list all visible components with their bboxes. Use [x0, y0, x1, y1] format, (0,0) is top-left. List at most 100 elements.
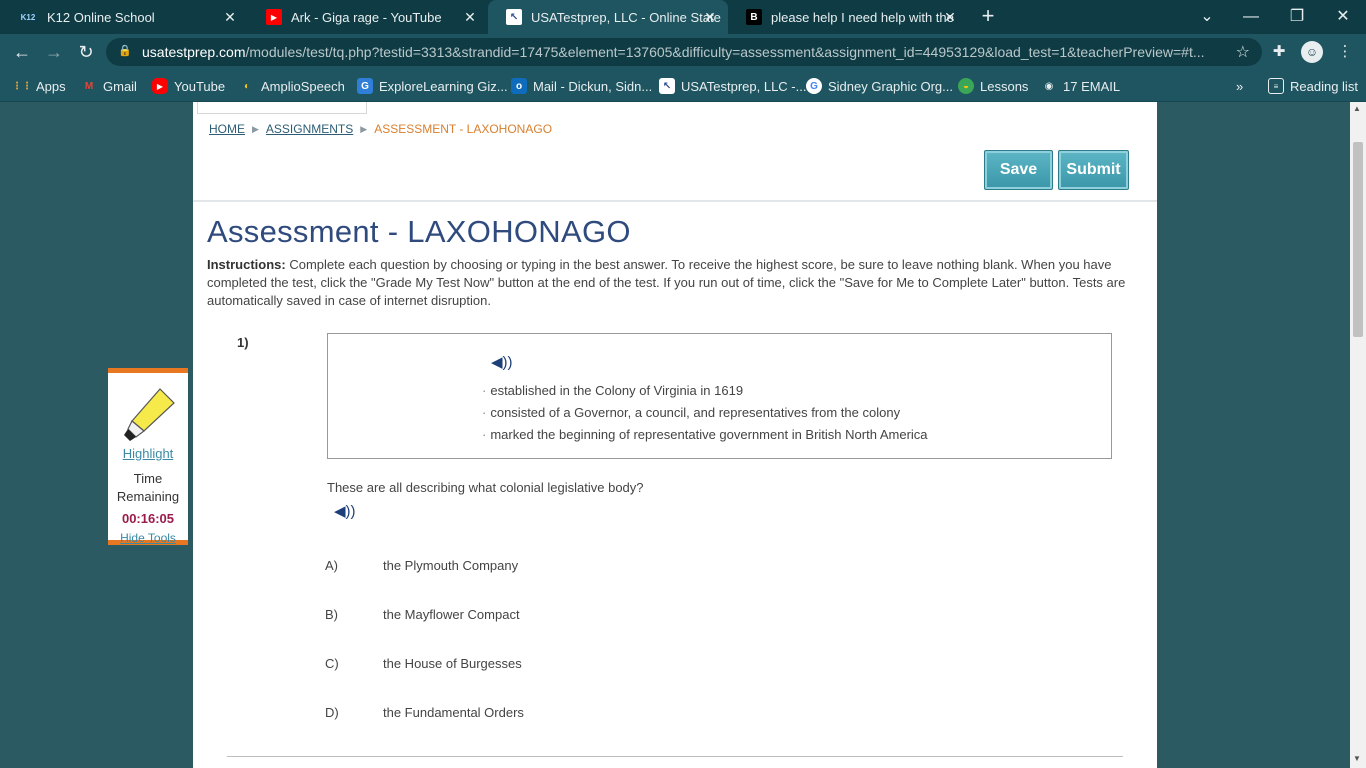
profile-avatar-icon[interactable]: ☺	[1301, 41, 1323, 63]
bookmark-apps[interactable]: ⋮⋮ Apps	[12, 76, 66, 96]
brainly-icon: B	[746, 9, 762, 25]
browser-toolbar: ← → ↻ 🔒 usatestprep.com/modules/test/tq.…	[0, 34, 1366, 70]
reading-list[interactable]: ≡ Reading list	[1268, 76, 1358, 96]
url-text: usatestprep.com/modules/test/tq.php?test…	[142, 44, 1222, 60]
answer-choice-b[interactable]: B) the Mayflower Compact	[325, 607, 520, 622]
bookmark-lessons[interactable]: ◒ Lessons	[958, 76, 1028, 96]
answer-choice-d[interactable]: D) the Fundamental Orders	[325, 705, 524, 720]
tab-youtube[interactable]: ▶ Ark - Giga rage - YouTube ✕	[248, 0, 488, 34]
bookmark-usatestprep[interactable]: ↖ USATestprep, LLC -...	[659, 76, 806, 96]
close-window-icon[interactable]: ✕	[1330, 4, 1356, 30]
bookmark-gmail[interactable]: M Gmail	[81, 76, 137, 96]
question-stimulus-box: ◀)) · established in the Colony of Virgin…	[327, 333, 1112, 459]
submit-button[interactable]: Submit	[1058, 150, 1129, 190]
more-bookmarks-icon[interactable]: »	[1236, 76, 1243, 96]
chevron-right-icon: ▶	[360, 123, 368, 134]
new-tab-icon[interactable]: +	[976, 5, 1000, 29]
minimize-icon[interactable]: —	[1238, 4, 1264, 30]
tab-k12[interactable]: K12 K12 Online School ✕	[0, 0, 248, 34]
bookmark-ampliospeech[interactable]: ◐ AmplioSpeech	[239, 76, 345, 96]
apps-grid-icon: ⋮⋮	[12, 80, 32, 92]
bookmark-label: ExploreLearning Giz...	[379, 78, 508, 94]
bookmark-label: USATestprep, LLC -...	[681, 78, 807, 94]
header-frame	[197, 102, 367, 114]
highlight-link[interactable]: Highlight	[108, 446, 188, 461]
bookmark-17-email[interactable]: ◉ 17 EMAIL	[1041, 76, 1120, 96]
url-host: usatestprep.com	[142, 44, 246, 60]
bookmark-star-icon[interactable]: ☆	[1236, 42, 1250, 62]
restore-icon[interactable]: ❐	[1284, 4, 1310, 30]
page-title: Assessment - LAXOHONAGO	[207, 214, 631, 249]
breadcrumb-home[interactable]: HOME	[209, 122, 245, 136]
instructions: Instructions: Complete each question by …	[207, 256, 1127, 310]
bookmark-label: AmplioSpeech	[261, 78, 345, 94]
answer-choice-a[interactable]: A) the Plymouth Company	[325, 558, 518, 573]
close-icon[interactable]: ✕	[702, 9, 718, 25]
stimulus-list: · established in the Colony of Virginia i…	[482, 380, 928, 446]
highlighter-icon[interactable]	[120, 387, 176, 441]
speaker-icon[interactable]: ◀))	[491, 354, 513, 372]
save-button[interactable]: Save	[984, 150, 1053, 190]
bookmark-label: Lessons	[980, 78, 1029, 94]
bookmark-sidney-graphic[interactable]: G Sidney Graphic Org...	[806, 76, 953, 96]
choice-text: the Fundamental Orders	[383, 705, 524, 720]
choice-text: the Mayflower Compact	[383, 607, 520, 622]
bookmark-label: YouTube	[174, 78, 226, 94]
choice-letter: C)	[325, 656, 339, 671]
bookmark-label: 17 EMAIL	[1063, 78, 1121, 94]
question-number: 1)	[237, 335, 249, 350]
instructions-label: Instructions:	[207, 257, 286, 272]
tab-title: USATestprep, LLC - Online State-	[531, 9, 721, 25]
list-item: · consisted of a Governor, a council, and…	[482, 405, 901, 420]
time-remaining-label: Time Remaining	[116, 471, 180, 504]
breadcrumb-assignments[interactable]: ASSIGNMENTS	[266, 122, 353, 136]
globe-icon: ◉	[1044, 80, 1054, 92]
scrollbar-thumb[interactable]	[1353, 142, 1363, 337]
back-icon[interactable]: ←	[10, 40, 34, 64]
tab-usatestprep[interactable]: ↖ USATestprep, LLC - Online State- ✕	[488, 0, 728, 34]
bookmark-youtube[interactable]: ▶ YouTube	[152, 76, 225, 96]
tab-title: Ark - Giga rage - YouTube	[291, 9, 442, 25]
reading-list-label: Reading list	[1290, 78, 1358, 94]
list-item: · marked the beginning of representative …	[482, 427, 928, 442]
scroll-up-icon[interactable]: ▲	[1353, 104, 1361, 113]
timer: 00:16:05	[121, 511, 175, 526]
explorelearning-icon: G	[357, 78, 373, 94]
address-bar[interactable]: 🔒 usatestprep.com/modules/test/tq.php?te…	[106, 38, 1262, 66]
bookmark-label: Mail - Dickun, Sidn...	[533, 78, 653, 94]
bookmark-explorelearning[interactable]: G ExploreLearning Giz...	[357, 76, 508, 96]
divider	[193, 200, 1157, 202]
close-icon[interactable]: ✕	[222, 9, 238, 25]
close-icon[interactable]: ✕	[462, 9, 478, 25]
google-icon: G	[806, 78, 822, 94]
breadcrumb-current: ASSESSMENT - LAXOHONAGO	[374, 122, 553, 136]
tab-brainly[interactable]: B please help I need help with the ✕	[728, 0, 968, 34]
reading-list-icon: ≡	[1268, 78, 1284, 94]
tab-search-icon[interactable]: ⌄	[1194, 4, 1220, 30]
reload-icon[interactable]: ↻	[74, 40, 98, 64]
usatestprep-icon: ↖	[506, 9, 522, 25]
speaker-icon[interactable]: ◀))	[334, 503, 356, 521]
scroll-down-icon[interactable]: ▼	[1353, 754, 1361, 763]
menu-icon[interactable]: ⋮	[1334, 41, 1356, 63]
chevron-right-icon: ▶	[252, 123, 259, 134]
breadcrumb: HOME ▶ ASSIGNMENTS ▶ ASSESSMENT - LAXOHO…	[209, 122, 552, 136]
bookmark-label: Gmail	[103, 78, 137, 94]
page-scrollbar[interactable]: ▲ ▼	[1350, 102, 1366, 768]
choice-letter: D)	[325, 705, 339, 720]
bookmark-mail[interactable]: o Mail - Dickun, Sidn...	[511, 76, 652, 96]
youtube-icon: ▶	[152, 78, 168, 94]
close-icon[interactable]: ✕	[942, 9, 958, 25]
tools-panel: Highlight Time Remaining 00:16:05 Hide T…	[108, 368, 188, 545]
choice-letter: B)	[325, 607, 338, 622]
choice-letter: A)	[325, 558, 338, 573]
forward-icon[interactable]: →	[42, 40, 66, 64]
bookmark-label: Apps	[36, 78, 66, 94]
hide-tools-link[interactable]: Hide Tools	[108, 531, 188, 545]
lock-icon: 🔒	[118, 45, 132, 57]
question-prompt: These are all describing what colonial l…	[327, 480, 644, 495]
instructions-text: Complete each question by choosing or ty…	[207, 257, 1126, 308]
answer-choice-c[interactable]: C) the House of Burgesses	[325, 656, 522, 671]
extensions-icon[interactable]: ✚	[1268, 41, 1290, 63]
k12-icon: K12	[18, 9, 38, 25]
